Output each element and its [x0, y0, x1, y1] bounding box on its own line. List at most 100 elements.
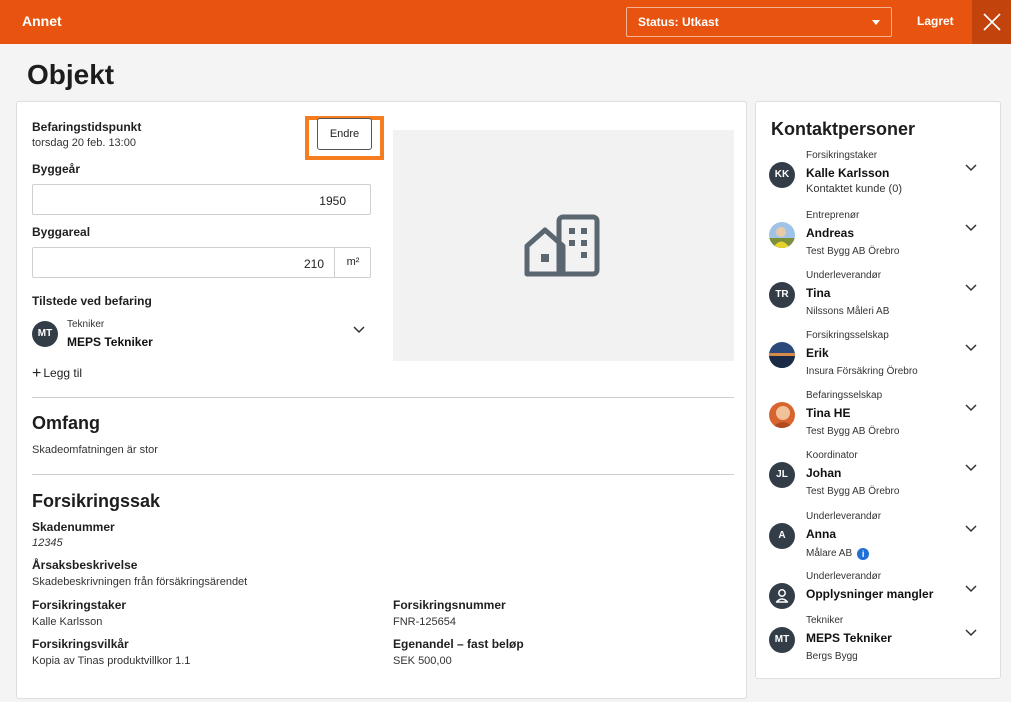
top-bar: Annet Status: Utkast Lagret [0, 0, 1011, 44]
policy-number-label: Forsikringsnummer [393, 598, 506, 612]
contact-name: Tina HE [806, 406, 851, 420]
app-title: Annet [22, 13, 62, 29]
contact-name: Anna [806, 527, 836, 541]
saved-status: Lagret [917, 14, 954, 28]
building-icon [524, 214, 600, 277]
avatar: KK [769, 162, 795, 188]
caret-down-icon [872, 20, 880, 25]
contact-role: Forsikringstaker [806, 150, 878, 161]
person-icon [769, 583, 795, 609]
contact-item[interactable]: Forsikringsselskap Erik Insura Försäkrin… [756, 330, 1002, 390]
edit-button[interactable]: Endre [317, 118, 372, 150]
chevron-down-icon[interactable] [965, 464, 977, 472]
contact-name: Johan [806, 466, 842, 480]
cause-value: Skadebeskrivningen från försäkringsärend… [32, 576, 248, 588]
deductible-label: Egenandel – fast beløp [393, 637, 524, 651]
avatar-photo [769, 342, 795, 368]
claim-title: Forsikringssak [32, 491, 161, 511]
contact-name: Erik [806, 346, 829, 360]
policyholder-label: Forsikringstaker [32, 598, 127, 612]
chevron-down-icon[interactable] [965, 525, 977, 533]
contact-role: Tekniker [806, 615, 844, 626]
present-person-role: Tekniker [67, 319, 105, 330]
building-image-placeholder[interactable] [393, 130, 734, 361]
status-dropdown-label: Status: Utkast [638, 15, 719, 29]
build-area-input[interactable]: 210 [32, 247, 371, 278]
terms-label: Forsikringsvilkår [32, 637, 129, 651]
contact-name: Opplysninger mangler [806, 587, 934, 601]
contact-item[interactable]: A Underleverandør Anna Målare AB i [756, 511, 1002, 571]
contact-role: Koordinator [806, 450, 858, 461]
avatar: MT [32, 321, 58, 347]
contact-item[interactable]: MT Tekniker MEPS Tekniker Bergs Bygg [756, 615, 1002, 675]
inspection-time-value: torsdag 20 feb. 13:00 [32, 137, 136, 149]
build-area-value: 210 [303, 257, 324, 271]
claim-number-value: 12345 [32, 537, 63, 549]
claim-number-label: Skadenummer [32, 520, 115, 534]
build-year-input[interactable]: 1950 [32, 184, 371, 215]
object-card: Befaringstidspunkt torsdag 20 feb. 13:00… [16, 101, 747, 699]
area-unit: m² [334, 247, 371, 278]
avatar: JL [769, 462, 795, 488]
build-area-label: Byggareal [32, 225, 91, 239]
info-icon[interactable]: i [857, 548, 870, 560]
avatar: MT [769, 627, 795, 653]
avatar-photo [769, 402, 795, 428]
contact-company: Insura Försäkring Örebro [806, 366, 918, 377]
contact-company: Test Bygg AB Örebro [806, 246, 900, 257]
build-year-value: 1950 [319, 194, 346, 208]
scope-text: Skadeomfatningen är stor [32, 444, 158, 456]
divider [32, 397, 734, 398]
add-present-label: Legg til [43, 366, 83, 380]
contact-name: MEPS Tekniker [806, 631, 892, 645]
page-title: Objekt [27, 59, 115, 90]
plus-icon: + [32, 365, 42, 382]
scope-title: Omfang [32, 413, 101, 433]
contact-company: Nilssons Måleri AB [806, 306, 890, 317]
policy-number-value: FNR-125654 [393, 616, 456, 628]
cause-label: Årsaksbeskrivelse [32, 558, 138, 572]
contact-item[interactable]: JL Koordinator Johan Test Bygg AB Örebro [756, 450, 1002, 510]
contact-role: Underleverandør [806, 270, 882, 281]
contact-item[interactable]: TR Underleverandør Tina Nilssons Måleri … [756, 270, 1002, 330]
contact-status: Kontaktet kunde (0) [806, 183, 903, 195]
contact-item[interactable]: Befaringsselskap Tina HE Test Bygg AB Ör… [756, 390, 1002, 450]
chevron-down-icon[interactable] [965, 585, 977, 593]
chevron-down-icon[interactable] [965, 284, 977, 292]
chevron-down-icon[interactable] [965, 344, 977, 352]
avatar-photo [769, 222, 795, 248]
contact-role: Befaringsselskap [806, 390, 883, 401]
inspection-time-label: Befaringstidspunkt [32, 120, 142, 134]
policyholder-value: Kalle Karlsson [32, 616, 103, 628]
close-button[interactable] [972, 0, 1011, 44]
chevron-down-icon[interactable] [965, 629, 977, 637]
contact-role: Underleverandør [806, 571, 882, 582]
contact-role: Entreprenør [806, 210, 860, 221]
contact-name: Kalle Karlsson [806, 166, 890, 180]
deductible-value: SEK 500,00 [393, 655, 452, 667]
contact-company-name: Målare AB [806, 548, 853, 559]
contact-company: Test Bygg AB Örebro [806, 426, 900, 437]
avatar: A [769, 523, 795, 549]
chevron-down-icon[interactable] [965, 164, 977, 172]
contact-name: Andreas [806, 226, 855, 240]
status-dropdown[interactable]: Status: Utkast [626, 7, 892, 37]
contact-company: Bergs Bygg [806, 651, 858, 662]
contact-name: Tina [806, 286, 831, 300]
contact-role: Forsikringsselskap [806, 330, 889, 341]
build-year-label: Byggeår [32, 162, 81, 176]
contact-item[interactable]: KK Forsikringstaker Kalle Karlsson Konta… [756, 150, 1002, 210]
present-label: Tilstede ved befaring [32, 294, 152, 308]
contacts-card: Kontaktpersoner KK Forsikringstaker Kall… [755, 101, 1001, 679]
chevron-down-icon[interactable] [353, 326, 365, 334]
chevron-down-icon[interactable] [965, 224, 977, 232]
chevron-down-icon[interactable] [965, 404, 977, 412]
contact-role: Underleverandør [806, 511, 882, 522]
contact-company: Målare AB i [806, 547, 870, 560]
add-present-link[interactable]: + Legg til [32, 364, 82, 382]
avatar: TR [769, 282, 795, 308]
divider [32, 474, 734, 475]
present-person-name: MEPS Tekniker [67, 335, 153, 349]
close-icon [983, 13, 1001, 31]
contact-item[interactable]: Entreprenør Andreas Test Bygg AB Örebro [756, 210, 1002, 270]
